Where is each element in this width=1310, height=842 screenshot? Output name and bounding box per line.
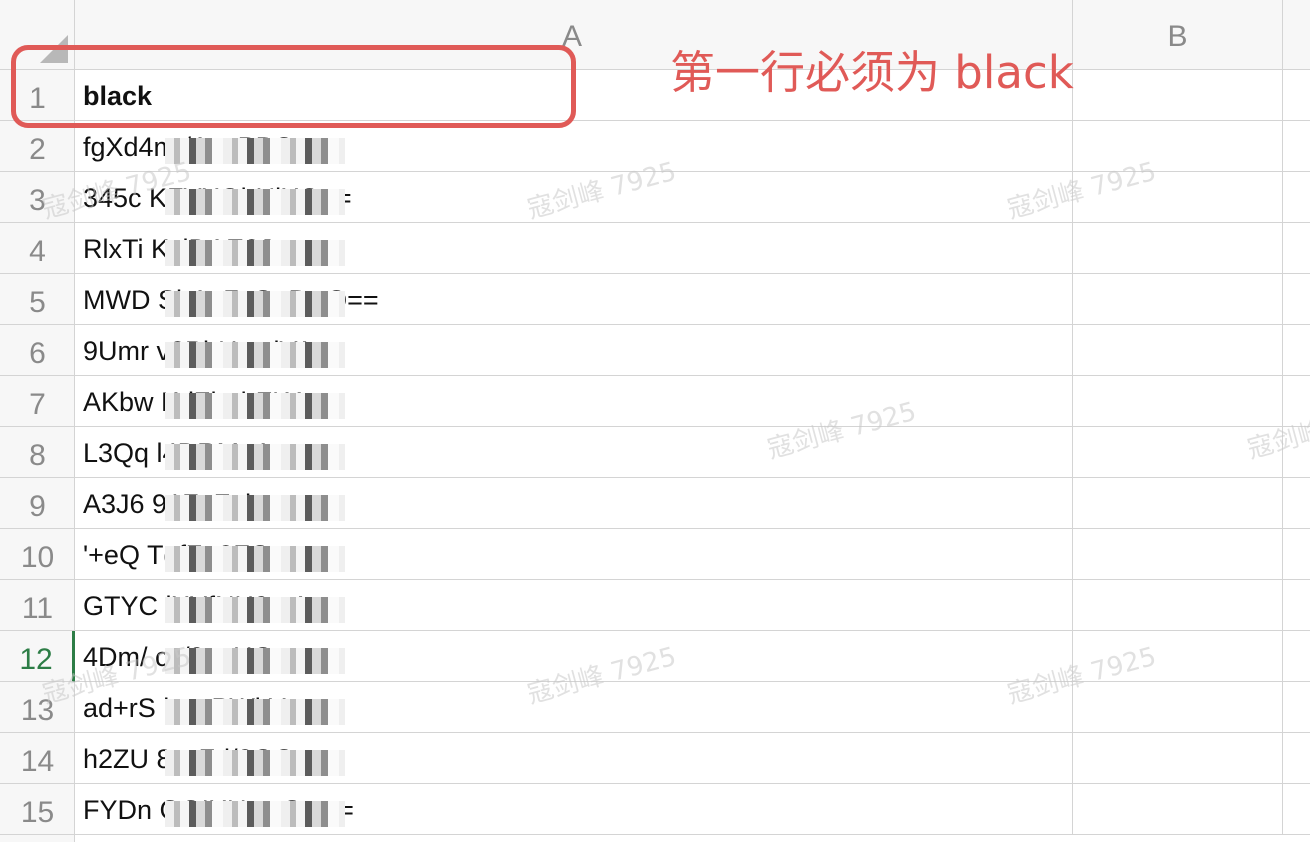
- cell-c[interactable]: [1283, 733, 1310, 784]
- cell-c[interactable]: [1283, 580, 1310, 631]
- column-header-c[interactable]: [1283, 0, 1310, 70]
- cell-b[interactable]: [1073, 631, 1283, 682]
- row-header[interactable]: 15: [0, 784, 75, 835]
- cell-a[interactable]: AKbw KdZhnhFKA==: [75, 376, 1073, 427]
- row-header[interactable]: 5: [0, 274, 75, 325]
- cell-c[interactable]: [1283, 427, 1310, 478]
- cell-a[interactable]: A3J6 91FnFuisw==: [75, 478, 1073, 529]
- column-header-a[interactable]: A: [75, 0, 1073, 70]
- cell-a[interactable]: black: [75, 70, 1073, 121]
- row-header[interactable]: 8: [0, 427, 75, 478]
- select-all-triangle-icon: [40, 35, 68, 63]
- row-header[interactable]: 3: [0, 172, 75, 223]
- cell-b[interactable]: [1073, 223, 1283, 274]
- row-header[interactable]: 4: [0, 223, 75, 274]
- cell-b[interactable]: [1073, 376, 1283, 427]
- cell-a[interactable]: h2ZU 8vcFd/3OQ==: [75, 733, 1073, 784]
- cell-a[interactable]: fgXd4m /AasPBCw==: [75, 121, 1073, 172]
- row-header[interactable]: 7: [0, 376, 75, 427]
- row-header[interactable]: 1: [0, 70, 75, 121]
- cell-b[interactable]: [1073, 580, 1283, 631]
- column-header-b[interactable]: B: [1073, 0, 1283, 70]
- cell-b[interactable]: [1073, 733, 1283, 784]
- cell-b[interactable]: [1073, 121, 1283, 172]
- cell-c[interactable]: [1283, 172, 1310, 223]
- row-header[interactable]: 6: [0, 325, 75, 376]
- cell-b[interactable]: [1073, 70, 1283, 121]
- cell-a[interactable]: 345c KFVXQhUjXQ==: [75, 172, 1073, 223]
- cell-c[interactable]: [1283, 529, 1310, 580]
- cell-c[interactable]: [1283, 121, 1310, 172]
- cell-b[interactable]: [1073, 325, 1283, 376]
- cell-a[interactable]: RlxTi KvlDAE2Jw==: [75, 223, 1073, 274]
- row-header[interactable]: 14: [0, 733, 75, 784]
- cell-c[interactable]: [1283, 274, 1310, 325]
- cell-c[interactable]: [1283, 325, 1310, 376]
- cell-a[interactable]: 9Umr v3PbHzmjVA==: [75, 325, 1073, 376]
- cell-a[interactable]: MWD SbAp7xGnBwQ==: [75, 274, 1073, 325]
- cell-a[interactable]: '+eQ TqfZ+3FQ==: [75, 529, 1073, 580]
- cell-a[interactable]: 4Dm/ cv/9vaHQ==: [75, 631, 1073, 682]
- spreadsheet: A B 1 black 2 fgXd4m /AasPBCw== 3 345c KFVXQh…: [0, 0, 1310, 842]
- cell-a[interactable]: FYDn GOIXUw+Ow==: [75, 784, 1073, 835]
- row-header[interactable]: 13: [0, 682, 75, 733]
- cell-b[interactable]: [1073, 529, 1283, 580]
- cell-c[interactable]: [1283, 376, 1310, 427]
- row-header[interactable]: 12: [0, 631, 75, 682]
- cell-c[interactable]: [1283, 223, 1310, 274]
- row-header[interactable]: 2: [0, 121, 75, 172]
- cell-c[interactable]: [1283, 70, 1310, 121]
- cell-a[interactable]: ad+rS lpycPWkYg==: [75, 682, 1073, 733]
- cell-b[interactable]: [1073, 784, 1283, 835]
- column-header-a-label: A: [562, 20, 583, 53]
- select-all-corner[interactable]: [0, 0, 75, 70]
- cell-a[interactable]: L3Qq l4DRMnA==: [75, 427, 1073, 478]
- cell-b[interactable]: [1073, 478, 1283, 529]
- cell-b[interactable]: [1073, 172, 1283, 223]
- cell-b[interactable]: [1073, 427, 1283, 478]
- cell-c[interactable]: [1283, 478, 1310, 529]
- column-header-b-label: B: [1167, 20, 1188, 53]
- cell-c[interactable]: [1283, 682, 1310, 733]
- row-header[interactable]: 10: [0, 529, 75, 580]
- cell-c[interactable]: [1283, 631, 1310, 682]
- cell-c[interactable]: [1283, 784, 1310, 835]
- cell-b[interactable]: [1073, 274, 1283, 325]
- cell-b[interactable]: [1073, 682, 1283, 733]
- row-header[interactable]: 11: [0, 580, 75, 631]
- cell-a[interactable]: GTYC lXYfNH9mA==: [75, 580, 1073, 631]
- row-header[interactable]: 9: [0, 478, 75, 529]
